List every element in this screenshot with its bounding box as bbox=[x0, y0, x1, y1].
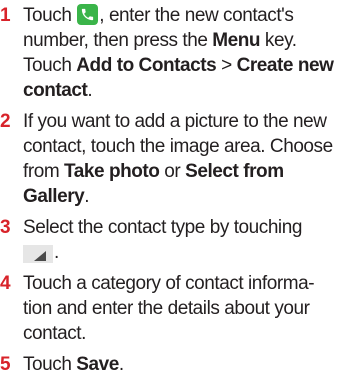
step-number: 2 bbox=[0, 111, 11, 132]
step-3: 3 Select the contact type by touching . bbox=[0, 215, 340, 265]
step-text: Select the contact type by touching . bbox=[23, 217, 302, 263]
step-number: 4 bbox=[0, 273, 11, 294]
step-text: Touch Save. bbox=[23, 354, 124, 375]
step-text: If you want to add a picture to the new … bbox=[23, 111, 333, 207]
menu-key-label: Menu bbox=[212, 30, 261, 51]
step-number: 1 bbox=[0, 5, 11, 26]
corner-triangle-icon bbox=[23, 245, 53, 263]
step-1: 1 Touch , enter the new contact's number… bbox=[0, 3, 340, 103]
step-text: Touch a category of contact informa-tion… bbox=[23, 273, 315, 344]
step-number: 3 bbox=[0, 217, 11, 238]
step-number: 5 bbox=[0, 354, 11, 375]
take-photo-label: Take photo bbox=[64, 161, 160, 182]
phone-icon bbox=[77, 4, 99, 25]
step-text: Touch , enter the new contact's number, … bbox=[23, 4, 334, 101]
step-2: 2 If you want to add a picture to the ne… bbox=[0, 109, 340, 209]
save-label: Save bbox=[76, 354, 119, 375]
step-4: 4 Touch a category of contact informa-ti… bbox=[0, 271, 340, 346]
add-to-contacts-label: Add to Contacts bbox=[76, 55, 217, 76]
step-5: 5 Touch Save. bbox=[0, 352, 340, 377]
instruction-list: 1 Touch , enter the new contact's number… bbox=[0, 3, 340, 383]
